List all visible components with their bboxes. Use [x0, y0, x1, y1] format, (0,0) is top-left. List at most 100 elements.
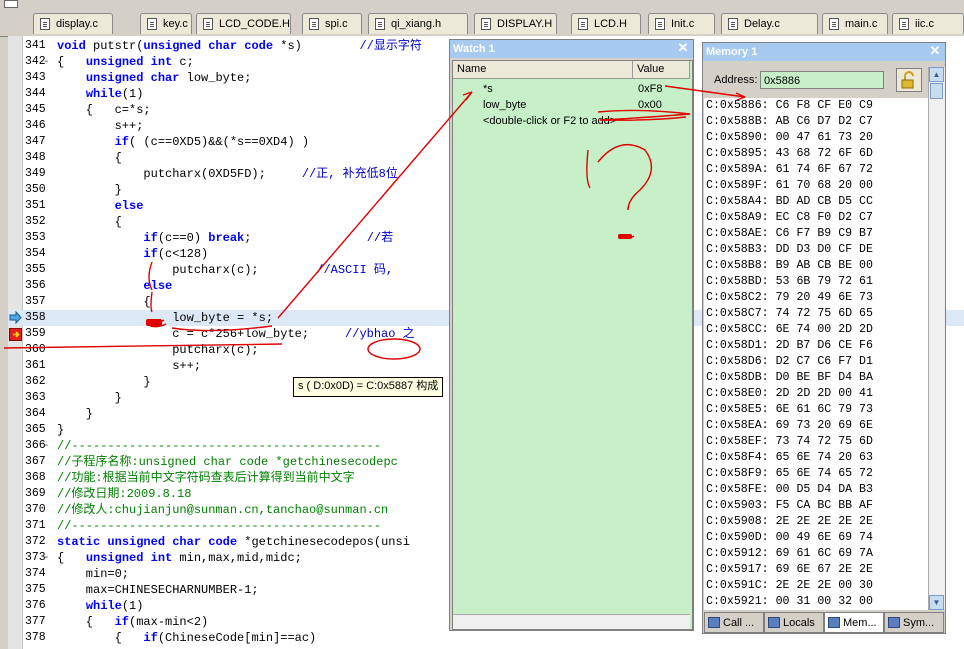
file-tab[interactable]: LCD.H	[571, 13, 641, 34]
file-tab[interactable]: LCD_CODE.H	[196, 13, 291, 34]
memory-row[interactable]: C:0x58FE: 00 D5 D4 DA B3	[706, 482, 873, 498]
current-line-arrow-icon	[9, 310, 22, 325]
watch-name: low_byte	[483, 99, 527, 111]
memory-row[interactable]: C:0x5912: 69 61 6C 69 7A	[706, 546, 873, 562]
tooltip-value: C:0x5887	[366, 380, 414, 392]
file-tab[interactable]: Delay.c	[721, 13, 818, 34]
file-tab[interactable]: key.c	[140, 13, 192, 34]
code-text: putcharx(c);	[57, 343, 259, 357]
memory-row[interactable]: C:0x58BD: 53 6B 79 72 61	[706, 274, 873, 290]
code-text: s++;	[57, 119, 144, 133]
code-text: void putstr(unsigned char code *s) //显示字…	[57, 39, 422, 53]
file-icon	[40, 18, 50, 30]
watch-list[interactable]: Name Value *s 0xF8 low_byte 0x00 <double-cli…	[452, 60, 693, 630]
watch-name: *s	[483, 83, 493, 95]
file-tab[interactable]: iic.c	[892, 13, 964, 34]
memory-row[interactable]: C:0x5890: 00 47 61 73 20	[706, 130, 873, 146]
memory-dump[interactable]: C:0x5886: C6 F8 CF E0 C9 C:0x588B: AB C6 …	[704, 98, 928, 610]
memory-title: Memory 1	[706, 46, 758, 58]
line-number: 367	[25, 455, 46, 468]
debug-tab[interactable]: Locals	[764, 612, 824, 633]
memory-row[interactable]: C:0x5886: C6 F8 CF E0 C9	[706, 98, 873, 114]
code-text: else	[143, 279, 173, 293]
file-icon	[728, 18, 738, 30]
watch-row[interactable]: <double-click or F2 to add>	[453, 113, 690, 129]
line-number: 374	[25, 567, 46, 580]
fold-marker-icon[interactable]: -	[43, 438, 53, 454]
memory-row[interactable]: C:0x58EF: 73 74 72 75 6D	[706, 434, 873, 450]
file-icon	[309, 18, 319, 30]
file-tab[interactable]: qi_xiang.h	[368, 13, 468, 34]
scroll-up-icon[interactable]: ▲	[929, 67, 944, 82]
memory-row[interactable]: C:0x58C2: 79 20 49 6E 73	[706, 290, 873, 306]
memory-row[interactable]: C:0x5903: F5 CA BC BB AF	[706, 498, 873, 514]
memory-vertical-scrollbar[interactable]: ▲ ▼	[928, 67, 945, 610]
debug-tab[interactable]: Call ...	[704, 612, 764, 633]
memory-row[interactable]: C:0x58F9: 65 6E 74 65 72	[706, 466, 873, 482]
debug-tab[interactable]: Sym...	[884, 612, 944, 633]
memory-row[interactable]: C:0x58C7: 74 72 75 6D 65	[706, 306, 873, 322]
file-tab[interactable]: display.c	[33, 13, 113, 34]
code-text: static unsigned char code *getchinesecod…	[57, 535, 410, 549]
memory-row[interactable]: C:0x58F4: 65 6E 74 20 63	[706, 450, 873, 466]
scroll-down-icon[interactable]: ▼	[929, 595, 944, 610]
file-tab[interactable]: Init.c	[648, 13, 715, 34]
code-text: max=CHINESECHARNUMBER-1;	[57, 583, 259, 597]
memory-row[interactable]: C:0x58DB: D0 BE BF D4 BA	[706, 370, 873, 386]
memory-title-bar: Memory 1 ✕	[703, 43, 945, 61]
watch-row[interactable]: low_byte 0x00	[453, 97, 690, 113]
memory-row[interactable]: C:0x589F: 61 70 68 20 00	[706, 178, 873, 194]
memory-row[interactable]: C:0x58D1: 2D B7 D6 CE F6	[706, 338, 873, 354]
line-number: 346	[25, 119, 46, 132]
fold-marker-icon[interactable]: -	[43, 54, 53, 70]
lock-button[interactable]	[896, 68, 922, 92]
watch-title: Watch 1	[453, 43, 495, 55]
memory-row[interactable]: C:0x58A4: BD AD CB D5 CC	[706, 194, 873, 210]
close-icon[interactable]: ✕	[928, 44, 942, 58]
code-text: if(c==0) break; //若	[143, 231, 394, 245]
file-tab-label: key.c	[163, 18, 188, 30]
memory-row[interactable]: C:0x589A: 61 74 6F 67 72	[706, 162, 873, 178]
watch-col-name[interactable]: Name	[453, 61, 633, 79]
line-number: 362	[25, 375, 46, 388]
file-icon	[899, 18, 909, 30]
watch-col-value[interactable]: Value	[633, 61, 690, 79]
line-number: 372	[25, 535, 46, 548]
file-tab-label: LCD.H	[594, 18, 628, 30]
close-icon[interactable]: ✕	[676, 41, 690, 55]
file-tab[interactable]: DISPLAY.H	[474, 13, 557, 34]
tooltip-suffix: 构成	[413, 380, 439, 392]
memory-row[interactable]: C:0x58A9: EC C8 F0 D2 C7	[706, 210, 873, 226]
file-tab[interactable]: spi.c	[302, 13, 362, 34]
code-text: }	[57, 423, 65, 437]
memory-row[interactable]: C:0x58E5: 6E 61 6C 79 73	[706, 402, 873, 418]
watch-row[interactable]: *s 0xF8	[453, 81, 690, 97]
code-text: //修改人:chujianjun@sunman.cn,tanchao@sunma…	[57, 503, 389, 517]
memory-row[interactable]: C:0x58E0: 2D 2D 2D 00 41	[706, 386, 873, 402]
debug-tab-icon	[828, 617, 840, 628]
code-text: if(c<128)	[143, 247, 209, 261]
line-number: 350	[25, 183, 46, 196]
code-text: unsigned char low_byte;	[85, 71, 252, 85]
fold-marker-icon[interactable]: -	[43, 550, 53, 566]
memory-row[interactable]: C:0x58B8: B9 AB CB BE 00	[706, 258, 873, 274]
memory-row[interactable]: C:0x5895: 43 68 72 6F 6D	[706, 146, 873, 162]
memory-row[interactable]: C:0x58D6: D2 C7 C6 F7 D1	[706, 354, 873, 370]
memory-row[interactable]: C:0x5908: 2E 2E 2E 2E 2E	[706, 514, 873, 530]
memory-row[interactable]: C:0x58CC: 6E 74 00 2D 2D	[706, 322, 873, 338]
memory-row[interactable]: C:0x58B3: DD D3 D0 CF DE	[706, 242, 873, 258]
memory-row[interactable]: C:0x591C: 2E 2E 2E 00 30	[706, 578, 873, 594]
memory-row[interactable]: C:0x5921: 00 31 00 32 00	[706, 594, 873, 610]
address-input[interactable]: 0x5886	[760, 71, 884, 89]
file-tab[interactable]: main.c	[822, 13, 888, 34]
memory-row[interactable]: C:0x5917: 69 6E 67 2E 2E	[706, 562, 873, 578]
breakpoint-icon[interactable]	[9, 328, 22, 341]
scroll-thumb[interactable]	[930, 83, 943, 99]
memory-row[interactable]: C:0x588B: AB C6 D7 D2 C7	[706, 114, 873, 130]
watch-horizontal-scrollbar[interactable]	[453, 614, 690, 629]
memory-row[interactable]: C:0x58AE: C6 F7 B9 C9 B7	[706, 226, 873, 242]
memory-row[interactable]: C:0x590D: 00 49 6E 69 74	[706, 530, 873, 546]
memory-row[interactable]: C:0x58EA: 69 73 20 69 6E	[706, 418, 873, 434]
debug-tab[interactable]: Mem...	[824, 612, 884, 633]
file-icon	[481, 18, 491, 30]
